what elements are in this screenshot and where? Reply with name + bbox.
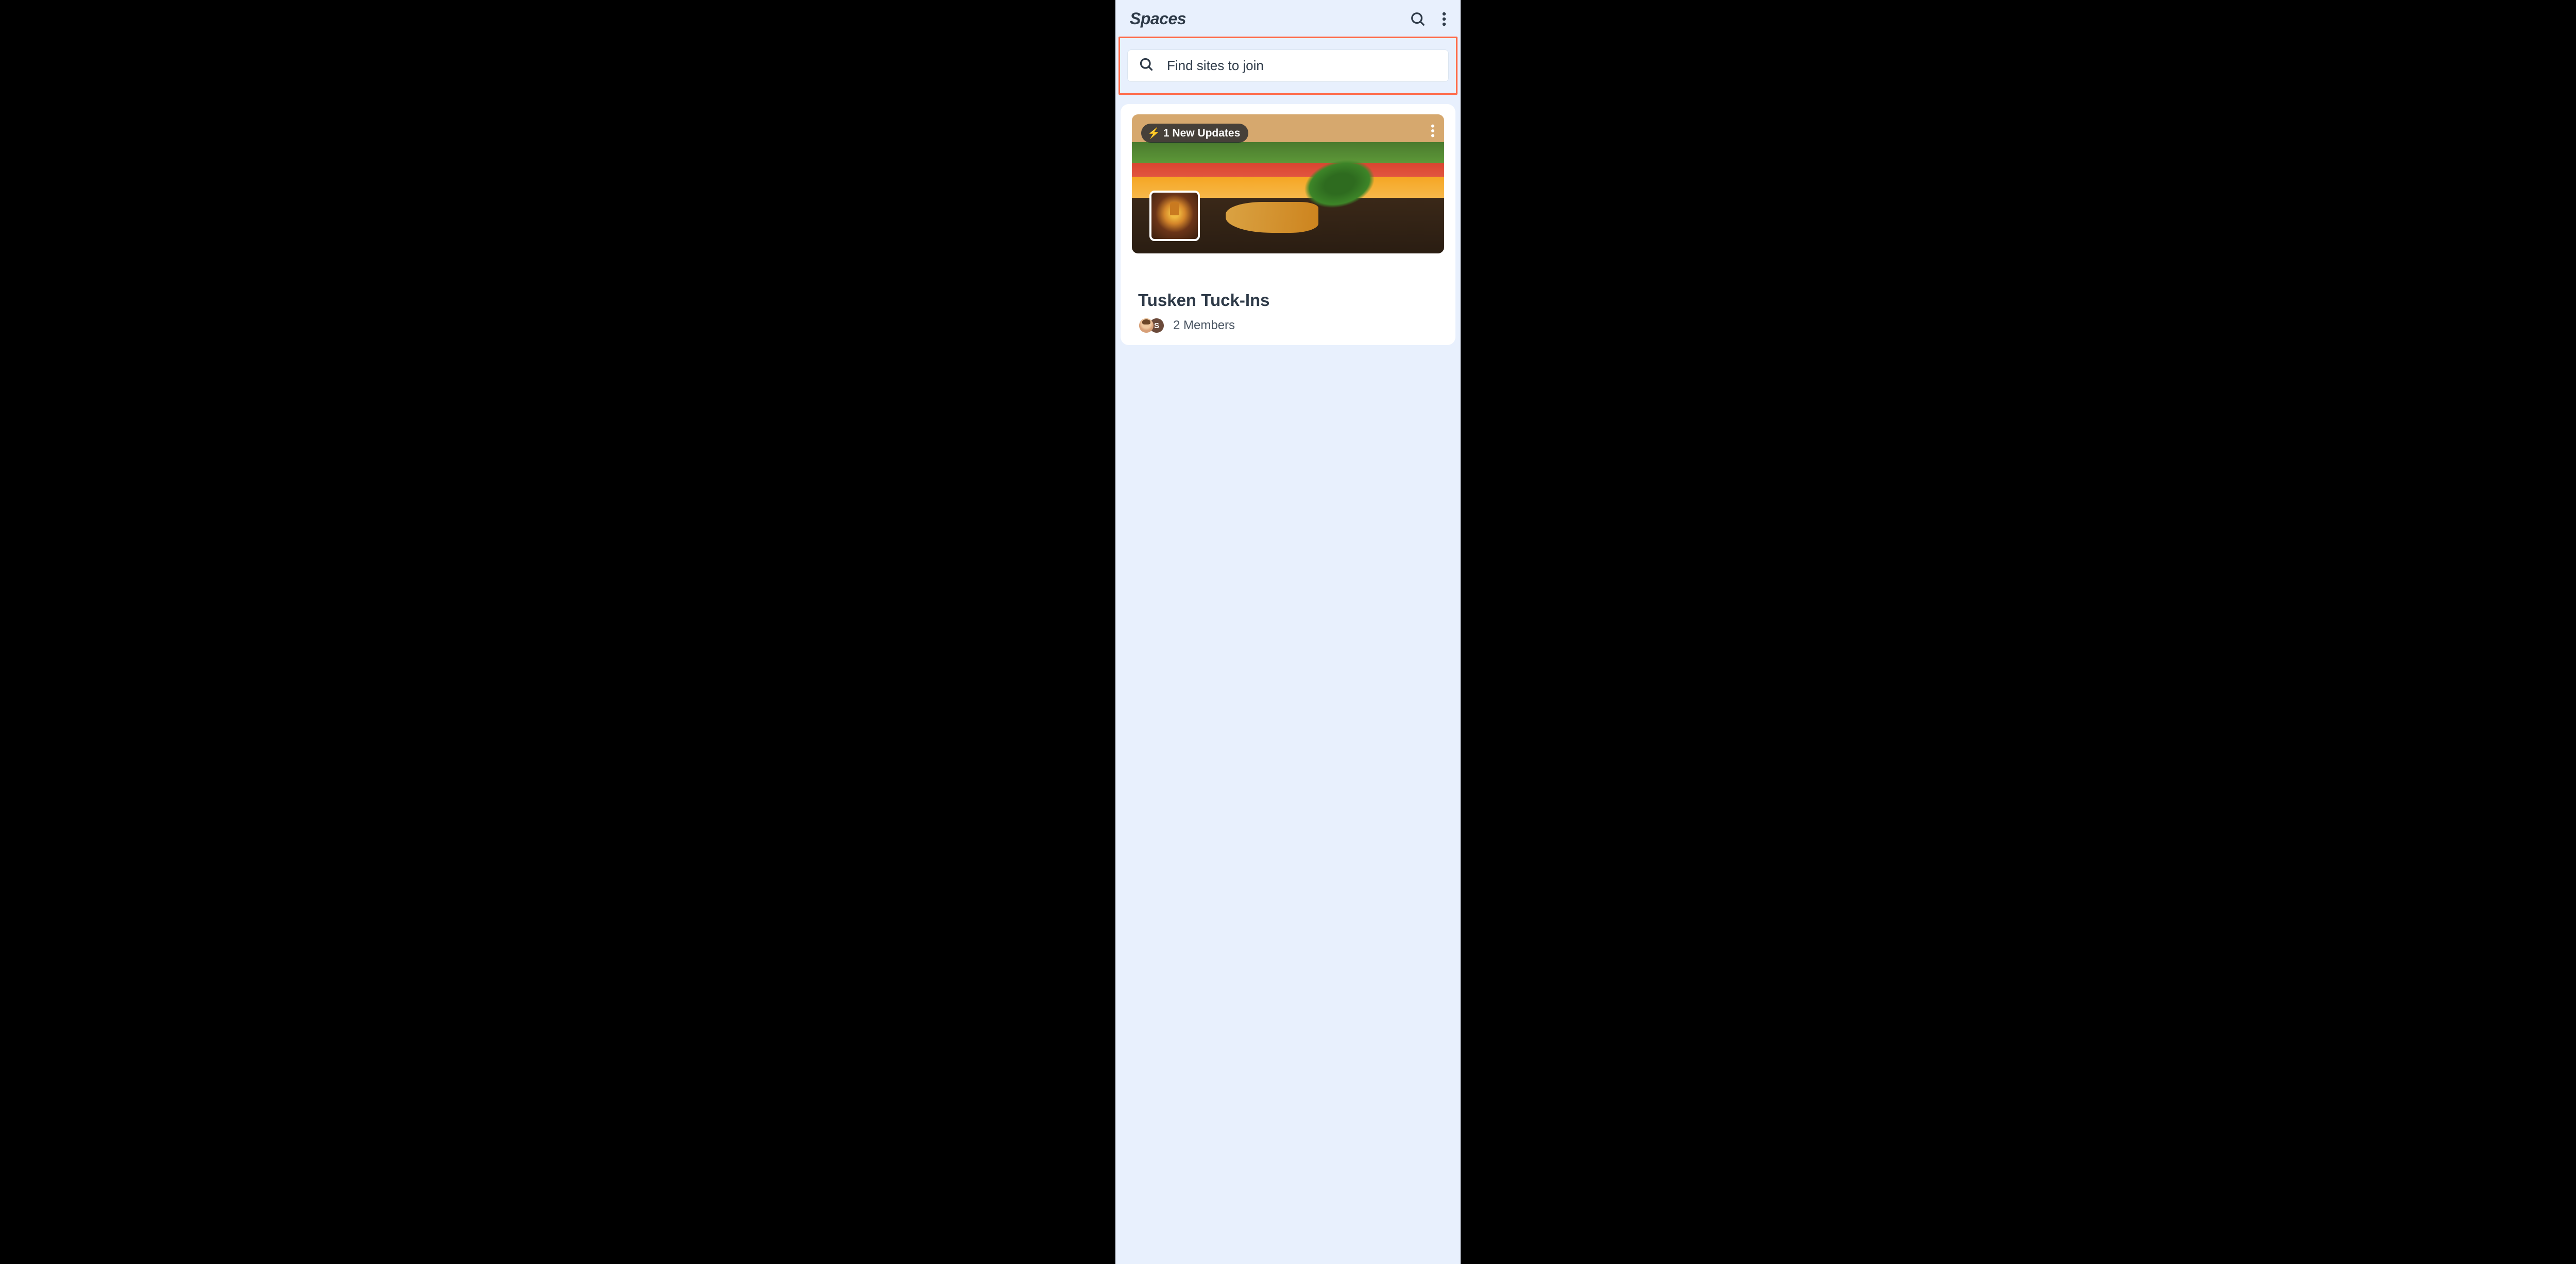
member-avatar bbox=[1138, 317, 1155, 334]
lightning-bolt-icon: ⚡ bbox=[1147, 127, 1160, 140]
search-bar[interactable] bbox=[1127, 49, 1449, 82]
member-avatars: S bbox=[1138, 317, 1165, 334]
search-highlight-callout bbox=[1118, 37, 1458, 95]
search-icon[interactable] bbox=[1410, 11, 1426, 27]
updates-badge[interactable]: ⚡ 1 New Updates bbox=[1141, 124, 1248, 143]
more-menu-icon[interactable] bbox=[1442, 11, 1446, 27]
space-card[interactable]: ⚡ 1 New Updates Tusken Tuck-Ins bbox=[1121, 104, 1455, 345]
search-input[interactable] bbox=[1167, 58, 1437, 74]
space-thumbnail bbox=[1149, 191, 1200, 241]
card-more-menu-icon[interactable] bbox=[1431, 124, 1435, 141]
search-icon bbox=[1139, 57, 1154, 74]
header-actions bbox=[1410, 11, 1446, 27]
space-title: Tusken Tuck-Ins bbox=[1138, 291, 1438, 310]
updates-badge-text: 1 New Updates bbox=[1163, 127, 1240, 140]
page-title: Spaces bbox=[1130, 9, 1186, 28]
app-screen: Spaces bbox=[1115, 0, 1461, 1264]
card-inner: ⚡ 1 New Updates Tusken Tuck-Ins bbox=[1121, 104, 1455, 345]
card-meta: S 2 Members bbox=[1138, 317, 1438, 334]
card-body: Tusken Tuck-Ins S 2 Members bbox=[1132, 253, 1444, 334]
header: Spaces bbox=[1115, 0, 1461, 37]
members-count: 2 Members bbox=[1173, 318, 1235, 333]
